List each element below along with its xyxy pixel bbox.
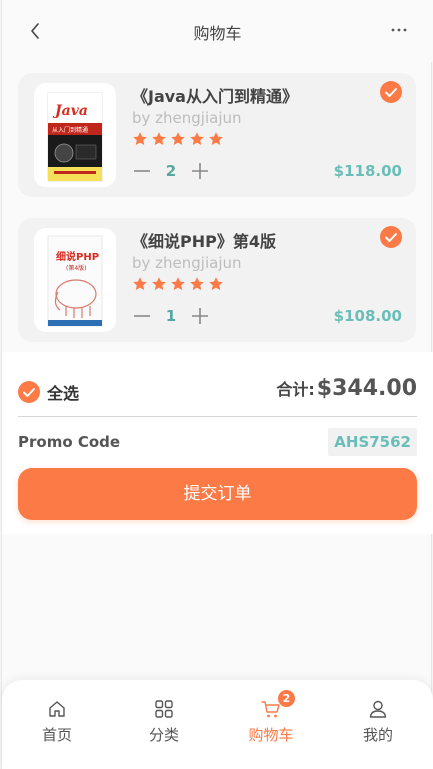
total: 合计: $344.00 <box>276 376 417 401</box>
plus-icon[interactable] <box>190 306 210 326</box>
item-title[interactable]: 《细说PHP》第4版 <box>132 228 276 252</box>
order-summary: 全选 合计: $344.00 Promo Code AHS7562 提交订单 <box>2 352 433 534</box>
header: 购物车 <box>2 0 433 62</box>
star-icon <box>133 277 147 290</box>
nav-label: 分类 <box>148 726 179 744</box>
page-title: 购物车 <box>193 24 242 43</box>
divider <box>18 416 417 417</box>
check-circle-icon[interactable] <box>18 381 40 403</box>
grid-icon <box>155 700 173 718</box>
item-author: by zhengjiajun <box>132 254 242 272</box>
star-icon <box>190 277 204 290</box>
nav-label: 购物车 <box>248 726 294 744</box>
nav-item-home[interactable]: 首页 <box>12 698 102 745</box>
cart-item: 细说PHP (第4版) 《细说PHP》第4版 by zhengjiajun 1 … <box>18 218 416 342</box>
nav-label: 首页 <box>41 726 72 744</box>
rating-stars <box>132 131 224 149</box>
plus-icon[interactable] <box>190 161 210 181</box>
promo-label: Promo Code <box>18 433 121 451</box>
nav-item-category[interactable]: 分类 <box>119 698 209 745</box>
submit-order-button[interactable]: 提交订单 <box>18 468 417 520</box>
select-all-label: 全选 <box>47 384 80 403</box>
svg-text:细说PHP: 细说PHP <box>56 250 99 263</box>
user-icon <box>369 700 387 718</box>
cart-badge: 2 <box>278 690 295 707</box>
minus-icon[interactable] <box>132 161 152 181</box>
minus-icon[interactable] <box>132 306 152 326</box>
item-author: by zhengjiajun <box>132 109 242 127</box>
nav-item-cart[interactable]: 2 购物车 <box>226 690 316 745</box>
promo-code-field[interactable]: AHS7562 <box>328 428 417 456</box>
select-all-toggle[interactable]: 全选 <box>18 380 79 404</box>
bottom-nav: 首页 分类 2 购物车 我的 <box>2 680 433 769</box>
home-icon <box>49 701 65 717</box>
more-icon[interactable] <box>387 18 411 42</box>
svg-text:Java: Java <box>52 103 88 119</box>
total-value: $344.00 <box>316 376 417 401</box>
item-title[interactable]: 《Java从入门到精通》 <box>132 83 298 107</box>
book-cover-java[interactable]: Java 从入门到精通 <box>34 83 116 187</box>
item-price: $108.00 <box>333 307 402 325</box>
book-cover-php[interactable]: 细说PHP (第4版) <box>34 228 116 332</box>
star-icon <box>152 277 166 290</box>
star-icon <box>133 132 147 145</box>
nav-item-profile[interactable]: 我的 <box>333 698 423 745</box>
app-frame: 购物车 Java 从入门到精通 《Java从入门到精通》 by zhengjia… <box>1 0 433 769</box>
item-price: $118.00 <box>333 162 402 180</box>
cart-item: Java 从入门到精通 《Java从入门到精通》 by zhengjiajun … <box>18 73 416 197</box>
star-icon <box>171 277 185 290</box>
star-icon <box>171 132 185 145</box>
nav-label: 我的 <box>362 726 393 744</box>
quantity-stepper: 2 <box>132 159 210 183</box>
star-icon <box>152 132 166 145</box>
total-label: 合计: <box>276 380 315 399</box>
star-icon <box>209 277 223 290</box>
check-circle-icon[interactable] <box>380 81 402 103</box>
star-icon <box>209 132 223 145</box>
star-icon <box>190 132 204 145</box>
quantity-value: 2 <box>165 162 177 180</box>
quantity-stepper: 1 <box>132 304 210 328</box>
svg-text:(第4版): (第4版) <box>66 264 87 272</box>
quantity-value: 1 <box>165 307 177 325</box>
check-circle-icon[interactable] <box>380 226 402 248</box>
rating-stars <box>132 276 224 294</box>
svg-text:从入门到精通: 从入门到精通 <box>52 126 88 134</box>
